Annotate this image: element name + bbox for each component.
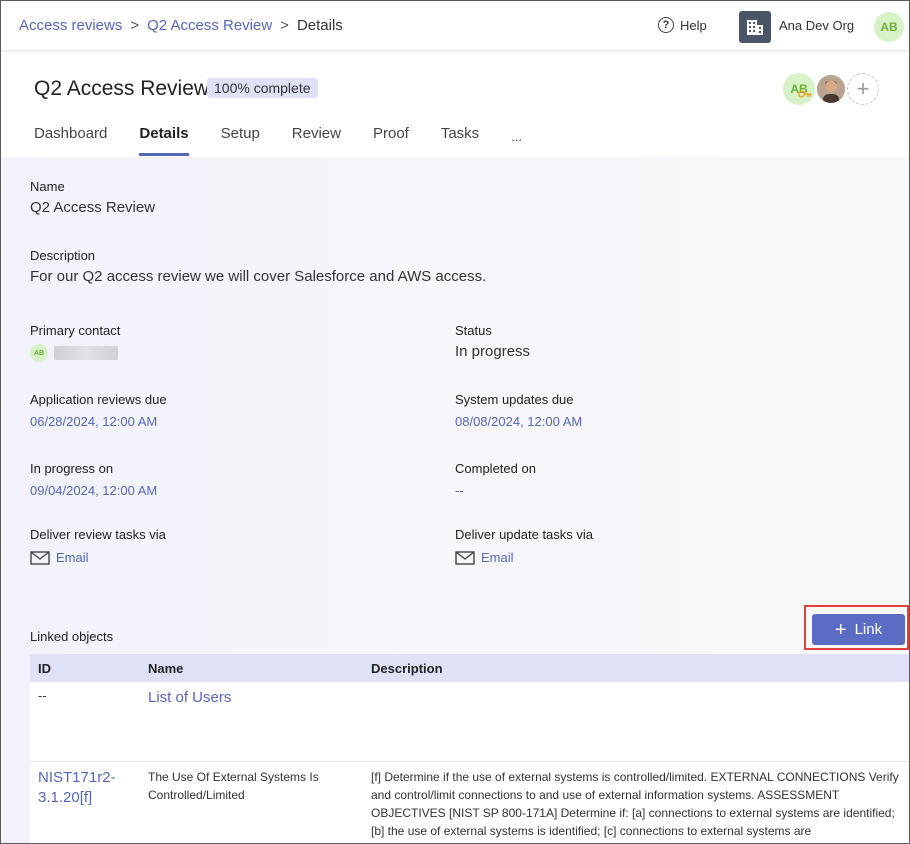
linked-objects-title: Linked objects bbox=[30, 629, 114, 644]
status-label: Status bbox=[455, 323, 492, 338]
table-header: ID Name Description bbox=[30, 654, 909, 682]
system-updates-due-field: System updates due 08/08/2024, 12:00 AM bbox=[455, 392, 582, 429]
link-button-highlight: + Link bbox=[804, 605, 909, 650]
add-assignee-button[interactable]: + bbox=[847, 73, 879, 105]
row-description bbox=[363, 688, 909, 761]
description-label: Description bbox=[30, 248, 96, 263]
app-reviews-due-field: Application reviews due 06/28/2024, 12:0… bbox=[30, 392, 167, 429]
in-progress-on-field: In progress on 09/04/2024, 12:00 AM bbox=[30, 461, 157, 498]
breadcrumb-current: Details bbox=[296, 17, 343, 34]
user-avatar[interactable]: AB bbox=[874, 12, 904, 42]
breadcrumb-separator: > bbox=[280, 17, 289, 34]
column-header-id[interactable]: ID bbox=[30, 661, 140, 676]
deliver-update-email[interactable]: Email bbox=[455, 550, 593, 565]
deliver-review-label: Deliver review tasks via bbox=[30, 527, 166, 542]
app-reviews-due-value[interactable]: 06/28/2024, 12:00 AM bbox=[30, 414, 167, 429]
row-name: The Use Of External Systems Is Controlle… bbox=[148, 770, 319, 802]
in-progress-on-value[interactable]: 09/04/2024, 12:00 AM bbox=[30, 483, 157, 498]
deliver-update-field: Deliver update tasks via Email bbox=[455, 527, 593, 565]
system-updates-due-value[interactable]: 08/08/2024, 12:00 AM bbox=[455, 414, 582, 429]
primary-contact-field: Primary contact AB bbox=[30, 323, 120, 362]
status-value: In progress bbox=[455, 343, 531, 360]
completed-on-label: Completed on bbox=[455, 461, 536, 476]
progress-badge: 100% complete bbox=[207, 78, 318, 98]
org-name[interactable]: Ana Dev Org bbox=[779, 18, 854, 33]
breadcrumb: Access reviews > Q2 Access Review > Deta… bbox=[19, 17, 343, 34]
linked-objects-table: ID Name Description -- List of Users NIS… bbox=[30, 654, 909, 843]
name-field: Name Q2 Access Review bbox=[30, 179, 155, 216]
tab-tasks[interactable]: Tasks bbox=[441, 125, 479, 156]
deliver-review-value: Email bbox=[56, 550, 89, 565]
help-label: Help bbox=[680, 17, 707, 33]
deliver-update-label: Deliver update tasks via bbox=[455, 527, 594, 542]
description-field: Description For our Q2 access review we … bbox=[30, 248, 486, 285]
linked-objects-label: Linked objects bbox=[30, 629, 113, 644]
deliver-update-value: Email bbox=[481, 550, 514, 565]
system-updates-due-label: System updates due bbox=[455, 392, 574, 407]
help-button[interactable]: ? Help bbox=[658, 17, 707, 33]
app-window: Access reviews > Q2 Access Review > Deta… bbox=[0, 0, 910, 844]
contact-avatar: AB bbox=[30, 344, 48, 362]
table-row[interactable]: NIST171r2-3.1.20[f] The Use Of External … bbox=[30, 762, 909, 843]
status-field: Status In progress bbox=[455, 323, 530, 360]
link-button[interactable]: + Link bbox=[812, 614, 905, 645]
tab-dashboard[interactable]: Dashboard bbox=[34, 125, 107, 156]
tab-details[interactable]: Details bbox=[139, 125, 189, 156]
breadcrumb-access-reviews[interactable]: Access reviews bbox=[19, 17, 122, 34]
row-name-link[interactable]: List of Users bbox=[140, 688, 363, 761]
row-description: [f] Determine if the use of external sys… bbox=[371, 770, 899, 838]
link-button-label: Link bbox=[854, 621, 883, 638]
plus-icon: + bbox=[856, 76, 870, 101]
breadcrumb-q2-access-review[interactable]: Q2 Access Review bbox=[147, 17, 272, 34]
completed-on-value[interactable]: -- bbox=[455, 483, 536, 498]
app-reviews-due-label: Application reviews due bbox=[30, 392, 167, 407]
mail-icon bbox=[30, 550, 50, 565]
tab-more[interactable]: ... bbox=[511, 125, 522, 156]
row-id-link[interactable]: NIST171r2-3.1.20[f] bbox=[30, 768, 140, 843]
tab-proof[interactable]: Proof bbox=[373, 125, 409, 156]
building-icon[interactable] bbox=[739, 11, 771, 43]
tab-review[interactable]: Review bbox=[292, 125, 341, 156]
mail-icon bbox=[455, 550, 475, 565]
assignee-avatar-photo[interactable] bbox=[815, 73, 847, 105]
tab-setup[interactable]: Setup bbox=[221, 125, 260, 156]
tab-bar: Dashboard Details Setup Review Proof Tas… bbox=[34, 125, 554, 157]
column-header-description[interactable]: Description bbox=[363, 661, 909, 676]
key-icon bbox=[798, 90, 812, 98]
primary-contact-label: Primary contact bbox=[30, 323, 121, 338]
column-header-name[interactable]: Name bbox=[140, 661, 363, 676]
in-progress-on-label: In progress on bbox=[30, 461, 114, 476]
help-icon: ? bbox=[658, 17, 674, 33]
breadcrumb-separator: > bbox=[130, 17, 140, 34]
redacted-contact-name bbox=[54, 346, 118, 360]
page-title: Q2 Access Review bbox=[34, 77, 210, 100]
deliver-review-email[interactable]: Email bbox=[30, 550, 166, 565]
name-value: Q2 Access Review bbox=[30, 199, 156, 216]
row-id: -- bbox=[38, 688, 47, 703]
top-bar: Access reviews > Q2 Access Review > Deta… bbox=[1, 1, 909, 51]
primary-contact-value[interactable]: AB bbox=[30, 344, 120, 362]
completed-on-field: Completed on -- bbox=[455, 461, 536, 498]
description-value: For our Q2 access review we will cover S… bbox=[30, 268, 487, 285]
name-label: Name bbox=[30, 179, 65, 194]
table-row[interactable]: -- List of Users bbox=[30, 682, 909, 762]
plus-icon: + bbox=[834, 618, 847, 641]
deliver-review-field: Deliver review tasks via Email bbox=[30, 527, 166, 565]
